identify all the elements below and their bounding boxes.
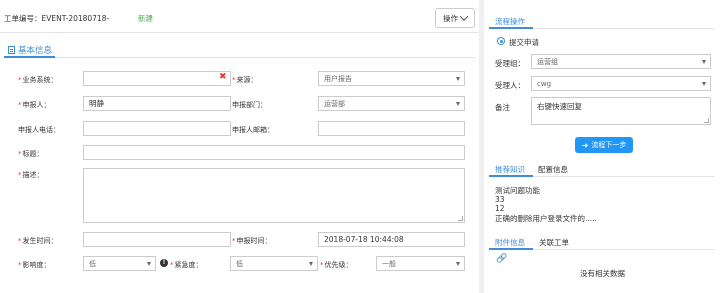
tab-attachments[interactable]: 附件信息 (495, 237, 525, 248)
kb-item[interactable]: 12 (495, 204, 505, 213)
tab-related-tickets[interactable]: 关联工单 (539, 237, 569, 248)
section-basic-info: 基本信息 (8, 44, 52, 56)
ticket-id-value: EVENT-20180718- (41, 14, 110, 23)
kb-tab-underline (489, 175, 533, 177)
source-select[interactable]: 用户报告 (318, 71, 465, 86)
urgency-label: *紧急度： (170, 261, 203, 269)
tab-recommended-knowledge[interactable]: 推荐知识 (495, 164, 525, 175)
report-time-input[interactable]: 2018-07-18 10:44:08 (318, 232, 465, 247)
dropdown-arrow-icon (147, 262, 151, 266)
dropdown-arrow-icon (456, 102, 460, 106)
submit-request-radio[interactable] (497, 37, 505, 45)
resize-handle[interactable] (458, 216, 463, 221)
kb-item[interactable]: 33 (495, 195, 505, 204)
flow-tab-underline (489, 27, 533, 29)
tab-config-info[interactable]: 配置信息 (538, 164, 568, 175)
handler-select[interactable]: cwg (531, 76, 711, 91)
ticket-id-label: 工单编号： (4, 14, 42, 23)
dropdown-arrow-icon (309, 262, 313, 266)
empty-state-text: 没有相关数据 (580, 269, 625, 278)
ticket-form-panel: 工单编号：EVENT-20180718- 新建 操作 基本信息 *业务系统： ✖… (0, 0, 479, 293)
section-divider (4, 57, 475, 58)
description-label: *描述： (18, 171, 44, 179)
tab-flow-operation[interactable]: 流程操作 (495, 16, 525, 27)
reporter-email-input[interactable] (318, 121, 465, 136)
business-system-label: *业务系统： (18, 76, 58, 84)
group-label: 受理组： (495, 59, 525, 68)
source-label: *来源： (232, 76, 258, 84)
dropdown-arrow-icon (456, 262, 460, 266)
remark-textarea[interactable]: 右键快速回复 (531, 97, 711, 125)
occur-time-input[interactable] (83, 232, 231, 247)
section-underline (4, 56, 55, 58)
handler-label: 受理人： (495, 81, 525, 90)
report-time-label: *申报时间： (232, 237, 272, 245)
dropdown-arrow-icon (702, 82, 706, 86)
resize-handle[interactable] (704, 118, 709, 123)
priority-select[interactable]: 一般 (376, 256, 465, 271)
side-panel: 流程操作 提交申请 受理组： 运营组 受理人： cwg 备注 右键快速回复 ➜ … (484, 0, 720, 293)
priority-label: *优先级： (320, 261, 353, 269)
report-dept-select[interactable]: 运营部 (318, 96, 465, 111)
dropdown-arrow-icon (702, 60, 706, 64)
header-divider (0, 32, 479, 33)
chevron-down-icon (459, 12, 469, 21)
reporter-input[interactable]: 明静 (83, 96, 231, 111)
reporter-email-label: 申报人邮箱： (232, 126, 274, 134)
reporter-label: *申报人： (18, 101, 51, 109)
impact-label: *影响度： (18, 261, 51, 269)
ticket-status: 新建 (138, 14, 153, 23)
operations-label: 操作 (443, 13, 458, 23)
kb-item[interactable]: 正确的删除用户登录文件的..... (495, 213, 597, 224)
reporter-phone-input[interactable] (83, 121, 231, 136)
dropdown-arrow-icon (456, 77, 460, 81)
operations-dropdown-button[interactable]: 操作 (435, 8, 475, 28)
impact-select[interactable]: 低 (83, 256, 156, 271)
title-label: *标题： (18, 150, 44, 158)
ticket-id: 工单编号：EVENT-20180718- (4, 13, 109, 24)
document-icon (8, 46, 15, 54)
submit-request-label: 提交申请 (509, 38, 539, 47)
remark-label: 备注 (495, 103, 510, 112)
report-dept-label: 申报部门： (232, 101, 267, 109)
business-system-input[interactable] (83, 71, 231, 86)
link-icon[interactable]: 🔗 (496, 254, 507, 264)
group-select[interactable]: 运营组 (531, 54, 711, 69)
clear-icon[interactable]: ✖ (219, 73, 227, 82)
reporter-phone-label: 申报人电话： (18, 126, 60, 134)
section-title: 基本信息 (18, 46, 53, 56)
urgency-select[interactable]: 低 (230, 256, 318, 271)
description-textarea[interactable] (83, 168, 465, 223)
arrow-right-icon: ➜ (581, 140, 589, 150)
title-input[interactable] (83, 145, 465, 160)
attach-tab-underline (489, 248, 533, 250)
occur-time-label: *发生时间： (18, 237, 58, 245)
info-icon[interactable]: ! (160, 259, 168, 267)
next-step-button[interactable]: ➜ 流程下一步 (575, 137, 633, 153)
